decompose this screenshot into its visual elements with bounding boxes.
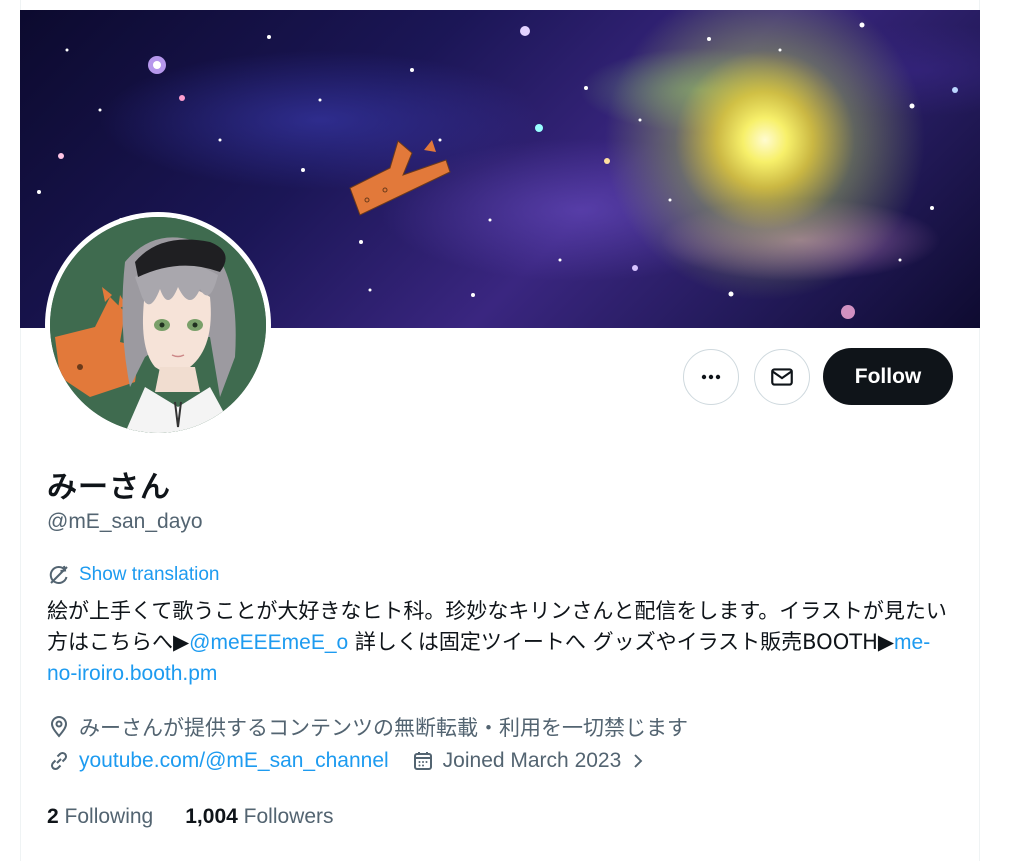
joined-date-text: Joined March 2023 — [442, 749, 622, 772]
followers-count: 1,004 — [185, 805, 238, 828]
following-label: Following — [64, 805, 154, 828]
bio-mention-link[interactable]: @meEEEmeE_o — [189, 631, 348, 654]
avatar-image — [50, 217, 266, 433]
location-pin-icon — [50, 716, 68, 738]
link-icon — [50, 751, 68, 771]
joined-date-item[interactable]: Joined March 2023 — [411, 749, 648, 773]
profile-avatar[interactable] — [45, 212, 271, 438]
profile-meta-links: youtube.com/@mE_san_channel Joined March… — [47, 749, 669, 773]
display-name: みーさん — [47, 470, 171, 505]
location-text: みーさんが提供するコンテンツの無断転載・利用を一切禁じます — [79, 716, 688, 740]
show-translation-link[interactable]: Show translation — [79, 564, 219, 586]
follow-stats: 2 Following 1,004 Followers — [47, 805, 366, 829]
translate-icon — [49, 565, 68, 584]
more-horizontal-icon — [701, 374, 721, 380]
profile-bio: 絵が上手くて歌うことが大好きなヒト科。珍妙なキリンさんと配信をします。イラストが… — [47, 596, 952, 689]
following-count: 2 — [47, 805, 59, 828]
username-handle: @mE_san_dayo — [47, 510, 203, 533]
calendar-icon — [413, 752, 432, 770]
website-link[interactable]: youtube.com/@mE_san_channel — [79, 749, 389, 773]
following-stat[interactable]: 2 Following — [47, 805, 153, 829]
more-options-button[interactable] — [683, 349, 739, 405]
followers-stat[interactable]: 1,004 Followers — [185, 805, 333, 829]
profile-meta-location: みーさんが提供するコンテンツの無断転載・利用を一切禁じます — [47, 712, 710, 742]
translate-row[interactable]: Show translation — [47, 563, 219, 587]
chevron-right-icon — [634, 754, 643, 768]
follow-button[interactable]: Follow — [823, 348, 953, 405]
message-button[interactable] — [754, 349, 810, 405]
mail-icon — [771, 368, 793, 386]
followers-label: Followers — [243, 805, 334, 828]
bio-text-continued: 詳しくは固定ツイートへ グッズやイラスト販売BOOTH▶ — [348, 630, 895, 654]
